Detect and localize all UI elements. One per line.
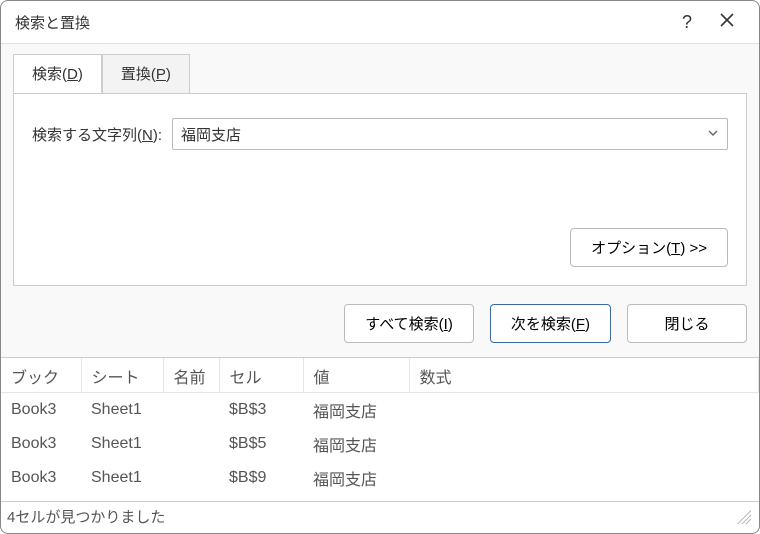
cell-cell: $B$9 [219, 461, 303, 495]
help-icon[interactable]: ? [671, 12, 703, 33]
cell-sheet: Sheet1 [81, 427, 163, 461]
col-header-cell[interactable]: セル [219, 358, 303, 393]
col-header-formula[interactable]: 数式 [409, 358, 759, 393]
cell-book: Book3 [1, 393, 81, 428]
tab-search[interactable]: 検索(D) [13, 54, 102, 93]
cell-value: 福岡支店 [303, 393, 409, 428]
search-label: 検索する文字列(N): [32, 124, 162, 145]
cell-formula [409, 427, 759, 461]
cell-cell: $B$3 [219, 393, 303, 428]
search-combobox[interactable]: 福岡支店 [172, 118, 728, 150]
col-header-book[interactable]: ブック [1, 358, 81, 393]
cell-value: 福岡支店 [303, 461, 409, 495]
titlebar: 検索と置換 ? [1, 1, 759, 43]
tabs: 検索(D) 置換(P) [13, 54, 747, 94]
search-input[interactable]: 福岡支店 [181, 124, 699, 145]
find-all-button[interactable]: すべて検索(I) [344, 304, 474, 343]
button-row: すべて検索(I) 次を検索(F) 閉じる [1, 286, 759, 358]
col-header-name[interactable]: 名前 [163, 358, 219, 393]
cell-formula [409, 393, 759, 428]
tab-body: 検索する文字列(N): 福岡支店 オプション(T) >> [13, 93, 747, 286]
statusbar: 4セルが見つかりました [1, 501, 759, 533]
close-icon[interactable] [711, 12, 743, 33]
status-text: 4セルが見つかりました [7, 506, 165, 527]
resize-grip-icon[interactable] [737, 510, 751, 524]
results-grid[interactable]: ブック シート 名前 セル 値 数式 Book3Sheet1$B$3福岡支店Bo… [1, 358, 759, 501]
col-header-value[interactable]: 値 [303, 358, 409, 393]
cell-name [163, 461, 219, 495]
results-table: ブック シート 名前 セル 値 数式 Book3Sheet1$B$3福岡支店Bo… [1, 358, 759, 501]
col-header-sheet[interactable]: シート [81, 358, 163, 393]
close-button[interactable]: 閉じる [627, 304, 747, 343]
cell-sheet: Sheet1 [81, 461, 163, 495]
tab-search-accesskey: D [67, 66, 78, 83]
chevron-down-icon[interactable] [699, 127, 719, 142]
cell-name [163, 427, 219, 461]
results-header-row: ブック シート 名前 セル 値 数式 [1, 358, 759, 393]
find-next-button[interactable]: 次を検索(F) [490, 304, 611, 343]
tab-replace-accesskey: P [156, 66, 166, 83]
cell-book: Book3 [1, 427, 81, 461]
options-button[interactable]: オプション(T) >> [570, 228, 728, 267]
cell-formula [409, 461, 759, 495]
tab-search-label: 検索 [32, 66, 62, 83]
dialog-title: 検索と置換 [15, 12, 671, 33]
tab-replace[interactable]: 置換(P) [102, 54, 190, 93]
table-row[interactable]: Book3Sheet1 $B$5福岡支店 [1, 427, 759, 461]
table-row[interactable]: Book3Sheet1 $B$3福岡支店 [1, 393, 759, 428]
table-row[interactable]: Book3Sheet1 $B$9福岡支店 [1, 461, 759, 495]
cell-cell: $B$5 [219, 427, 303, 461]
tab-area: 検索(D) 置換(P) 検索する文字列(N): 福岡支店 [1, 43, 759, 286]
tab-replace-label: 置換 [121, 66, 151, 83]
cell-sheet: Sheet1 [81, 393, 163, 428]
find-replace-dialog: 検索と置換 ? 検索(D) 置換(P) 検索する文字列(N): 福岡支店 [0, 0, 760, 534]
search-row: 検索する文字列(N): 福岡支店 [32, 118, 728, 150]
cell-book: Book3 [1, 461, 81, 495]
options-row: オプション(T) >> [32, 228, 728, 267]
cell-value: 福岡支店 [303, 427, 409, 461]
cell-name [163, 393, 219, 428]
